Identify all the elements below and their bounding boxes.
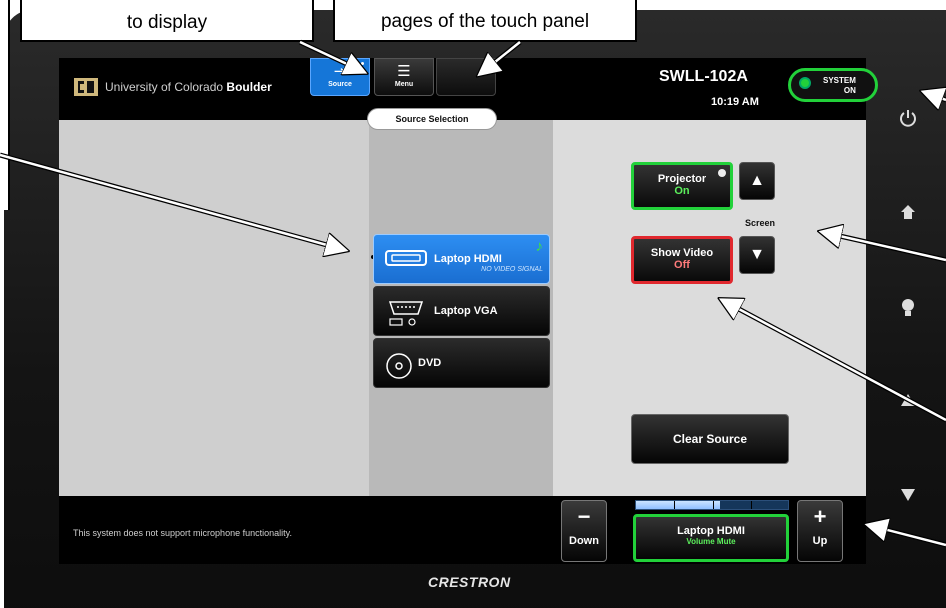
- source-selection-title: Source Selection: [367, 108, 497, 130]
- input-icon: ⇥: [333, 63, 347, 80]
- source-nav-button[interactable]: ⇥ Source: [310, 58, 370, 96]
- volume-level-bar: [636, 501, 720, 509]
- hardware-light-button[interactable]: [894, 298, 922, 326]
- empty-nav-button[interactable]: [436, 58, 496, 96]
- dvd-icon: [386, 353, 412, 379]
- bezel-edge: [0, 0, 10, 210]
- active-dot-icon: [361, 62, 364, 65]
- callout-box: to display: [20, 0, 314, 42]
- triangle-down-icon: ▼: [749, 246, 765, 263]
- hardware-down-button[interactable]: [894, 488, 922, 516]
- home-icon: [901, 205, 915, 219]
- university-name: University of Colorado Boulder: [105, 80, 272, 94]
- system-led-icon: [799, 77, 811, 89]
- source-dvd[interactable]: DVD: [373, 338, 550, 388]
- plus-icon: +: [813, 504, 827, 529]
- room-name: SWLL-102A: [659, 68, 748, 85]
- hamburger-icon: ☰: [397, 63, 411, 80]
- source-laptop-vga[interactable]: Laptop VGA: [373, 286, 550, 336]
- dot-icon: [487, 62, 490, 65]
- hardware-home-button[interactable]: [894, 203, 922, 231]
- projector-button[interactable]: Projector On: [631, 162, 733, 210]
- lightbulb-icon: [902, 299, 914, 316]
- volume-up-button[interactable]: + Up: [797, 500, 843, 562]
- menu-nav-button[interactable]: ☰ Menu: [374, 58, 434, 96]
- screen-up-button[interactable]: ▲: [739, 162, 775, 200]
- crestron-logo: CRESTRON: [428, 574, 511, 590]
- source-laptop-hdmi[interactable]: Laptop HDMI NO VIDEO SIGNAL ♪: [373, 234, 550, 284]
- clear-source-button[interactable]: Clear Source: [631, 414, 789, 464]
- microphone-note: This system does not support microphone …: [73, 528, 292, 538]
- system-power-button[interactable]: SYSTEM ON: [788, 68, 878, 102]
- triangle-up-icon: [901, 394, 915, 406]
- minus-icon: −: [577, 504, 591, 529]
- volume-mute-button[interactable]: Laptop HDMI Volume Mute: [633, 514, 789, 562]
- volume-meter: [635, 500, 789, 510]
- volume-tick: [713, 501, 714, 509]
- volume-tick: [674, 501, 675, 509]
- hardware-power-button[interactable]: [894, 108, 922, 136]
- device-frame: University of Colorado Boulder This syst…: [0, 0, 946, 608]
- volume-down-button[interactable]: − Down: [561, 500, 607, 562]
- hardware-up-button[interactable]: [894, 393, 922, 421]
- show-video-button[interactable]: Show Video Off: [631, 236, 733, 284]
- cu-logo-icon: [74, 78, 98, 96]
- projector-led-icon: [718, 169, 726, 177]
- screen-down-button[interactable]: ▼: [739, 236, 775, 274]
- screen-label: Screen: [745, 218, 776, 228]
- triangle-down-icon: [901, 489, 915, 501]
- vga-icon: [388, 301, 424, 326]
- music-note-icon: ♪: [535, 238, 544, 255]
- system-status: SYSTEM ON: [823, 76, 856, 95]
- callout-box: pages of the touch panel: [333, 0, 637, 42]
- power-icon: [900, 110, 916, 127]
- triangle-up-icon: ▲: [749, 172, 765, 189]
- volume-tick: [751, 501, 752, 509]
- hdmi-icon: [385, 250, 427, 266]
- clock: 10:19 AM: [711, 96, 759, 108]
